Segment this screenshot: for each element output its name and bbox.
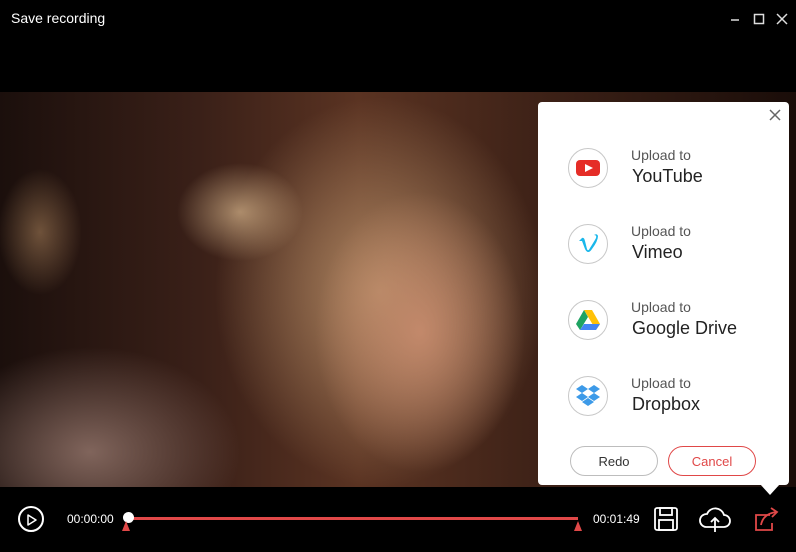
share-icon[interactable] — [752, 506, 780, 532]
google-drive-icon — [568, 300, 608, 340]
close-icon — [776, 13, 788, 25]
progress-track[interactable] — [128, 517, 578, 520]
upload-youtube-label: YouTube — [632, 166, 703, 186]
save-icon[interactable] — [653, 506, 679, 532]
upload-dropbox-caption: Upload to — [631, 375, 691, 391]
upload-youtube[interactable]: Upload to YouTube — [568, 145, 778, 195]
upload-vimeo[interactable]: Upload to Vimeo — [568, 221, 778, 271]
close-button[interactable] — [773, 10, 791, 28]
upload-google-drive[interactable]: Upload to Google Drive — [568, 297, 778, 347]
youtube-icon — [568, 148, 608, 188]
minimize-icon — [731, 19, 739, 21]
dropbox-icon — [568, 376, 608, 416]
maximize-icon — [753, 13, 765, 25]
upload-dropbox[interactable]: Upload to Dropbox — [568, 373, 778, 423]
upload-google-drive-caption: Upload to — [631, 299, 691, 315]
upload-dropbox-label: Dropbox — [632, 394, 701, 414]
trim-end-handle[interactable] — [574, 521, 582, 531]
upload-vimeo-label: Vimeo — [632, 242, 683, 262]
duration-time: 00:01:49 — [593, 512, 640, 526]
minimize-button[interactable] — [726, 10, 744, 28]
upload-vimeo-caption: Upload to — [631, 223, 691, 239]
maximize-button[interactable] — [750, 10, 768, 28]
cloud-upload-icon[interactable] — [698, 505, 732, 533]
title-bar: Save recording — [0, 0, 796, 38]
trim-start-handle[interactable] — [122, 521, 130, 531]
vimeo-icon — [568, 224, 608, 264]
upload-youtube-caption: Upload to — [631, 147, 691, 163]
close-panel-icon[interactable] — [768, 108, 782, 122]
upload-google-drive-label: Google Drive — [632, 318, 738, 338]
upload-panel-arrow — [760, 484, 780, 495]
cancel-button[interactable]: Cancel — [668, 446, 756, 476]
play-icon — [27, 514, 37, 526]
current-time: 00:00:00 — [67, 512, 114, 526]
window-title: Save recording — [11, 10, 106, 26]
redo-button[interactable]: Redo — [570, 446, 658, 476]
play-button[interactable] — [18, 506, 44, 532]
